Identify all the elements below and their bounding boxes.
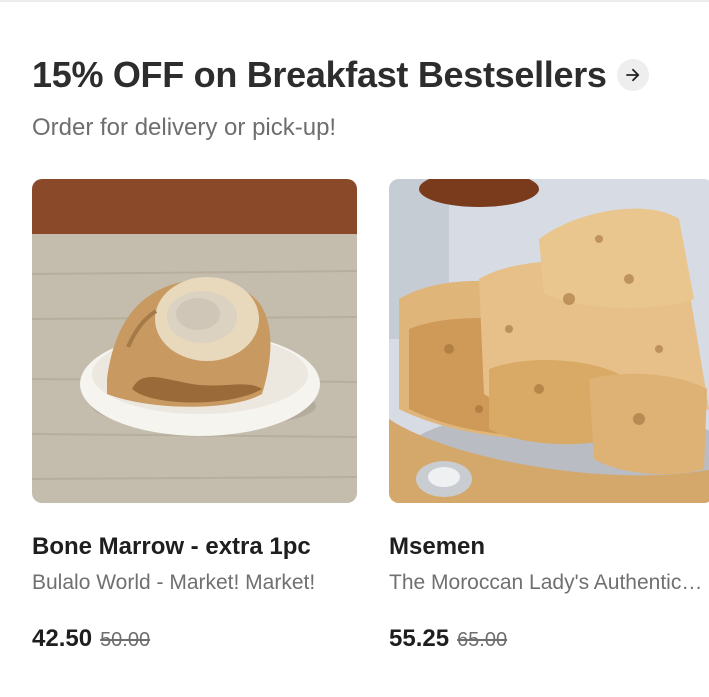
see-all-button[interactable]: [616, 59, 649, 91]
arrow-right-icon: [625, 68, 639, 82]
msemen-photo: [389, 179, 709, 503]
product-image[interactable]: [389, 179, 709, 503]
price-row: 42.50 50.00: [32, 625, 357, 653]
section-subtitle: Order for delivery or pick-up!: [32, 114, 337, 141]
current-price: 42.50: [32, 625, 93, 652]
section-title: 15% OFF on Breakfast Bestsellers: [32, 54, 607, 95]
product-name: Bone Marrow - extra 1pc: [32, 533, 311, 560]
section-header: 15% OFF on Breakfast Bestsellers: [32, 54, 692, 96]
original-price: 65.00: [457, 629, 508, 651]
store-name: Bulalo World - Market! Market!: [32, 571, 316, 594]
price-row: 55.25 65.00: [389, 625, 709, 653]
product-carousel[interactable]: Bone Marrow - extra 1pc Bulalo World - M…: [32, 179, 709, 679]
product-card[interactable]: Msemen The Moroccan Lady's Authentic Kit…: [389, 179, 709, 653]
product-card[interactable]: Bone Marrow - extra 1pc Bulalo World - M…: [32, 179, 357, 653]
current-price: 55.25: [389, 625, 450, 652]
store-name: The Moroccan Lady's Authentic Kitchen: [389, 571, 707, 594]
bone-marrow-photo: [32, 179, 357, 503]
top-divider: [0, 0, 709, 2]
product-image[interactable]: [32, 179, 357, 503]
product-name: Msemen: [389, 533, 486, 560]
original-price: 50.00: [100, 629, 151, 651]
